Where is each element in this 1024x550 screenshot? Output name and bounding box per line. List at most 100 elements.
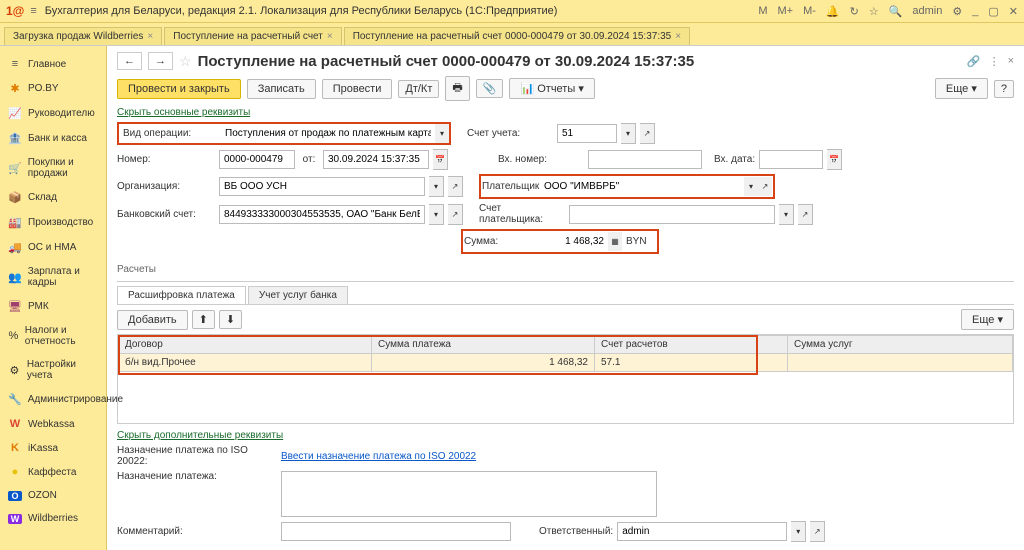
purpose-iso-link[interactable]: Ввести назначение платежа по ISO 20022: [281, 451, 476, 462]
subtab-bank-services[interactable]: Учет услуг банка: [248, 286, 348, 304]
hide-main-link[interactable]: Скрыть основные реквизиты: [117, 107, 250, 118]
tab-incoming-list[interactable]: Поступление на расчетный счет×: [164, 27, 341, 45]
account-dropdown[interactable]: ▾: [621, 123, 636, 144]
tab-wb-load[interactable]: Загрузка продаж Wildberries×: [4, 27, 162, 45]
sidebar-item-sales[interactable]: 🛒Покупки и продажи: [0, 151, 106, 185]
cell-acc[interactable]: 57.1: [595, 354, 788, 372]
payeracc-input[interactable]: [569, 205, 775, 224]
account-open[interactable]: ↗: [640, 123, 655, 144]
link-icon[interactable]: 🔗: [967, 55, 981, 68]
sidebar-item-prod[interactable]: 🏭Производство: [0, 210, 106, 235]
col-acc[interactable]: Счет расчетов: [595, 336, 788, 354]
reports-button[interactable]: 📊 Отчеты ▾: [509, 78, 594, 99]
col-contract[interactable]: Договор: [119, 336, 372, 354]
sidebar-item-poby[interactable]: ✱PO.BY: [0, 76, 106, 101]
close-icon[interactable]: ✕: [1009, 5, 1018, 18]
sidebar-item-wildberries[interactable]: WWildberries: [0, 507, 106, 530]
org-input[interactable]: [219, 177, 425, 196]
print-button[interactable]: 🖶: [445, 76, 469, 101]
help-button[interactable]: ?: [994, 80, 1014, 98]
org-open[interactable]: ↗: [448, 176, 463, 197]
sidebar-item-bank[interactable]: 🏦Банк и касса: [0, 126, 106, 151]
sum-input[interactable]: [522, 233, 608, 250]
bankacc-open[interactable]: ↗: [448, 204, 463, 225]
sidebar-item-ikassa[interactable]: KiKassa: [0, 436, 106, 460]
cell-sum[interactable]: 1 468,32: [372, 354, 595, 372]
favorite-toggle[interactable]: ☆: [179, 53, 192, 70]
sidebar-item-settings[interactable]: ⚙Настройки учета: [0, 353, 106, 387]
bankacc-dropdown[interactable]: ▾: [429, 204, 444, 225]
sidebar-item-rmk[interactable]: 🖥РМК: [0, 294, 106, 319]
payer-dropdown[interactable]: ▾: [744, 177, 758, 196]
payeracc-dropdown[interactable]: ▾: [779, 204, 794, 225]
attach-button[interactable]: 📎: [476, 79, 504, 98]
maximize-icon[interactable]: ▢: [988, 5, 998, 18]
optype-input[interactable]: [221, 125, 435, 142]
tool-mplus[interactable]: M+: [777, 5, 793, 17]
post-and-close-button[interactable]: Провести и закрыть: [117, 79, 241, 99]
cell-contract[interactable]: б/н вид.Прочее: [119, 354, 372, 372]
menu-icon[interactable]: ≡: [30, 5, 36, 17]
tab-close-icon[interactable]: ×: [327, 31, 333, 42]
payer-input[interactable]: [540, 178, 744, 195]
responsible-dropdown[interactable]: ▾: [791, 521, 806, 542]
bankacc-input[interactable]: [219, 205, 425, 224]
sidebar-item-ozon[interactable]: OOZON: [0, 484, 106, 507]
incnum-input[interactable]: [588, 150, 702, 169]
purpose-textarea[interactable]: [281, 471, 657, 517]
cell-usl[interactable]: [788, 354, 1013, 372]
payeracc-open[interactable]: ↗: [798, 204, 813, 225]
history-icon[interactable]: ↻: [850, 5, 859, 18]
number-input[interactable]: [219, 150, 295, 169]
responsible-input[interactable]: [617, 522, 787, 541]
payer-open[interactable]: ↗: [758, 177, 772, 196]
window-close-icon[interactable]: ×: [1008, 55, 1014, 68]
account-input[interactable]: [557, 124, 617, 143]
move-down-button[interactable]: ⬇: [219, 310, 242, 329]
sidebar-item-assets[interactable]: 🚚ОС и НМА: [0, 235, 106, 260]
sidebar-item-admin[interactable]: 🔧Администрирование: [0, 387, 106, 412]
date-input[interactable]: [323, 150, 429, 169]
tab-close-icon[interactable]: ×: [675, 31, 681, 42]
date-picker[interactable]: 📅: [433, 149, 448, 170]
save-button[interactable]: Записать: [247, 79, 316, 99]
nav-back[interactable]: ←: [117, 52, 142, 70]
subtab-breakdown[interactable]: Расшифровка платежа: [117, 286, 246, 304]
hide-extra-link[interactable]: Скрыть дополнительные реквизиты: [117, 430, 283, 441]
sidebar-item-webkassa[interactable]: WWebkassa: [0, 412, 106, 436]
sidebar-item-main[interactable]: ≡Главное: [0, 52, 106, 76]
move-up-button[interactable]: ⬆: [192, 310, 215, 329]
settings-icon[interactable]: ⚙: [952, 5, 962, 18]
incdate-input[interactable]: [759, 150, 823, 169]
favorite-icon[interactable]: ☆: [869, 5, 879, 18]
tool-mminus[interactable]: M-: [803, 5, 816, 17]
more-button[interactable]: Еще ▾: [935, 78, 988, 99]
window-menu-icon[interactable]: ⋮: [989, 55, 1000, 68]
minimize-icon[interactable]: _: [972, 5, 978, 17]
tab-incoming-doc[interactable]: Поступление на расчетный счет 0000-00047…: [344, 27, 690, 45]
dt-kt-button[interactable]: Дт/Кт: [398, 80, 439, 98]
sidebar-item-manager[interactable]: 📈Руководителю: [0, 101, 106, 126]
sum-calc[interactable]: ▦: [608, 232, 622, 251]
grid-more-button[interactable]: Еще ▾: [961, 309, 1014, 330]
responsible-open[interactable]: ↗: [810, 521, 825, 542]
search-icon[interactable]: 🔍: [889, 5, 903, 18]
nav-fwd[interactable]: →: [148, 52, 173, 70]
table-row[interactable]: б/н вид.Прочее 1 468,32 57.1: [119, 354, 1013, 372]
add-row-button[interactable]: Добавить: [117, 310, 188, 330]
sidebar-item-tax[interactable]: %Налоги и отчетность: [0, 319, 106, 353]
incdate-picker[interactable]: 📅: [827, 149, 842, 170]
sidebar-item-kaffesta[interactable]: ●Каффеста: [0, 460, 106, 484]
comment-input[interactable]: [281, 522, 511, 541]
bell-icon[interactable]: 🔔: [826, 5, 840, 18]
sidebar-item-stock[interactable]: 📦Склад: [0, 185, 106, 210]
tool-m[interactable]: M: [758, 5, 767, 17]
org-dropdown[interactable]: ▾: [429, 176, 444, 197]
post-button[interactable]: Провести: [322, 79, 393, 99]
payment-grid[interactable]: Договор Сумма платежа Счет расчетов Сумм…: [117, 334, 1014, 424]
sidebar-item-hr[interactable]: 👥Зарплата и кадры: [0, 260, 106, 294]
optype-dropdown[interactable]: ▾: [435, 124, 449, 143]
col-services[interactable]: Сумма услуг: [788, 336, 1013, 354]
tab-close-icon[interactable]: ×: [147, 31, 153, 42]
col-sum[interactable]: Сумма платежа: [372, 336, 595, 354]
